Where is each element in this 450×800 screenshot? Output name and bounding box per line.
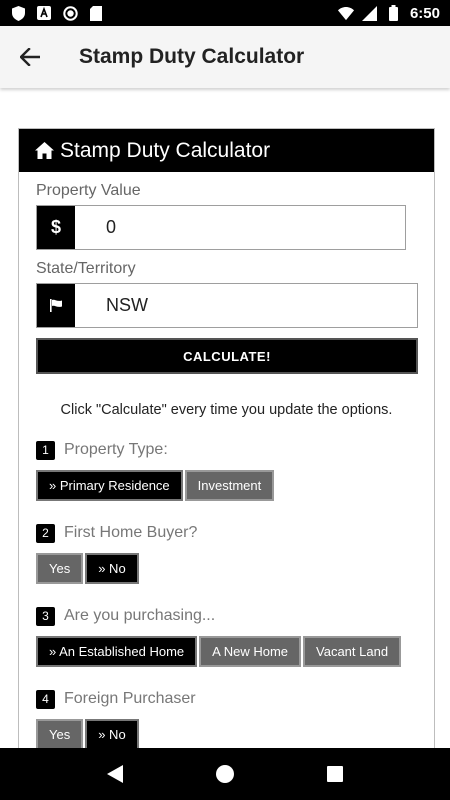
property-value-label: Property Value	[36, 182, 141, 199]
navigation-bar	[0, 748, 450, 800]
vacant-land-button[interactable]: Vacant Land	[303, 636, 402, 667]
card-title: Stamp Duty Calculator	[60, 138, 271, 162]
established-home-button[interactable]: » An Established Home	[36, 636, 198, 667]
card-header: Stamp Duty Calculator	[19, 129, 434, 172]
nav-home-button[interactable]	[205, 754, 245, 794]
question-text: Property Type:	[64, 441, 168, 458]
circle-icon	[62, 5, 78, 21]
purchasing-options: » An Established Home A New Home Vacant …	[36, 636, 417, 667]
foreign-purchaser-options: Yes » No	[36, 719, 417, 750]
status-time: 6:50	[409, 4, 440, 22]
question-foreign-purchaser: 4 Foreign Purchaser	[36, 689, 417, 709]
app-bar: Stamp Duty Calculator	[0, 26, 450, 88]
investment-button[interactable]: Investment	[184, 470, 275, 501]
question-text: Foreign Purchaser	[64, 690, 196, 707]
circle-home-icon	[216, 765, 234, 783]
question-property-type: 1 Property Type:	[36, 440, 417, 460]
calculator-card: Stamp Duty Calculator Property Value $ S…	[18, 128, 435, 768]
state-label: State/Territory	[36, 260, 136, 277]
wifi-icon	[337, 5, 354, 21]
battery-icon	[386, 5, 402, 21]
nav-recents-button[interactable]	[315, 754, 355, 794]
first-home-yes-button[interactable]: Yes	[36, 553, 84, 584]
arrow-left-icon	[20, 48, 40, 66]
state-group	[36, 283, 418, 328]
question-number: 3	[36, 606, 55, 626]
question-text: Are you purchasing...	[64, 607, 216, 624]
a-box-icon	[36, 5, 52, 21]
app-title: Stamp Duty Calculator	[79, 45, 305, 68]
state-select[interactable]	[75, 284, 417, 327]
question-first-home-buyer: 2 First Home Buyer?	[36, 523, 417, 543]
first-home-no-button[interactable]: » No	[85, 553, 139, 584]
status-bar: 6:50	[0, 0, 450, 26]
sd-card-icon	[88, 5, 104, 21]
square-recents-icon	[327, 766, 343, 782]
question-purchasing: 3 Are you purchasing...	[36, 606, 417, 626]
question-text: First Home Buyer?	[64, 524, 198, 541]
question-number: 2	[36, 523, 55, 543]
status-right: 6:50	[337, 4, 440, 22]
status-left-icons	[10, 5, 104, 21]
property-value-group: $	[36, 205, 406, 250]
calculate-button[interactable]: CALCULATE!	[36, 338, 418, 374]
flag-icon	[49, 299, 62, 312]
home-icon	[35, 142, 54, 159]
question-number: 1	[36, 440, 55, 460]
foreign-no-button[interactable]: » No	[85, 719, 139, 750]
flag-addon	[37, 284, 75, 327]
card-body: Property Value $ State/Territory CALCULA…	[19, 181, 434, 750]
nav-back-button[interactable]	[95, 754, 135, 794]
property-value-input[interactable]	[75, 206, 405, 249]
foreign-yes-button[interactable]: Yes	[36, 719, 84, 750]
primary-residence-button[interactable]: » Primary Residence	[36, 470, 183, 501]
shield-icon	[10, 5, 26, 21]
property-type-options: » Primary Residence Investment	[36, 470, 417, 501]
back-button[interactable]	[0, 26, 60, 88]
dollar-addon: $	[37, 206, 75, 249]
new-home-button[interactable]: A New Home	[199, 636, 302, 667]
question-number: 4	[36, 689, 55, 709]
signal-icon	[362, 5, 378, 21]
first-home-buyer-options: Yes » No	[36, 553, 417, 584]
triangle-back-icon	[107, 765, 123, 783]
hint-text: Click "Calculate" every time you update …	[60, 402, 393, 418]
